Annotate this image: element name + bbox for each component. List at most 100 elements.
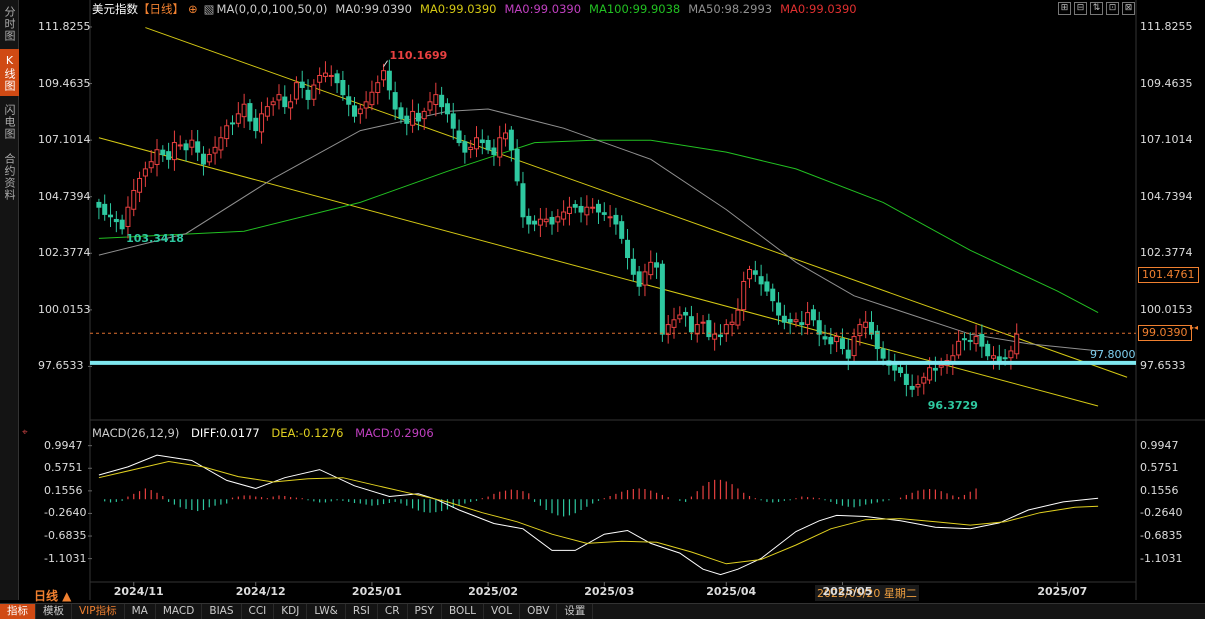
candle-body: [305, 89, 311, 100]
candle-body: [497, 137, 503, 158]
candle-body: [247, 103, 253, 122]
candle-body: [1002, 357, 1008, 360]
candle-body: [555, 216, 561, 223]
indicator-tab-8[interactable]: LW&: [307, 604, 346, 619]
candle-body: [468, 146, 474, 151]
candle-body: [340, 79, 346, 96]
window-icon-0[interactable]: ⊞: [1058, 2, 1071, 15]
indicator-tab-14[interactable]: OBV: [520, 604, 558, 619]
indicator-tab-12[interactable]: BOLL: [442, 604, 484, 619]
indicator-tab-0[interactable]: 指标: [0, 604, 36, 619]
candle-body: [961, 338, 967, 341]
y-tick-label-left: 102.3774: [38, 246, 91, 260]
candle-body: [601, 212, 607, 215]
macd-y-tick-label-left: 0.1556: [44, 483, 83, 497]
candle-body: [642, 271, 648, 286]
candle-body: [218, 137, 224, 151]
candle-body: [915, 383, 921, 388]
macd-title: MACD(26,12,9): [92, 426, 180, 440]
indicator-tab-10[interactable]: CR: [378, 604, 408, 619]
candle-body: [892, 363, 898, 371]
candle-body: [851, 336, 857, 357]
candle-body: [282, 96, 288, 108]
instrument-title: 美元指数: [92, 2, 138, 16]
candle-body: [427, 101, 433, 111]
y-tick-label-right: 97.6533: [1140, 359, 1186, 373]
candle-body: [973, 336, 979, 345]
candle-body: [102, 203, 108, 215]
candle-body: [956, 340, 962, 356]
candle-body: [1014, 333, 1020, 355]
y-tick-label-right: 111.8255: [1140, 19, 1193, 33]
candle-body: [845, 349, 851, 359]
candle-body: [683, 311, 689, 316]
ma-settings-icon[interactable]: ▧: [204, 2, 215, 16]
macd-y-tick-label-right: -1.1031: [1140, 551, 1183, 565]
candle-body: [595, 203, 601, 213]
candle-body: [578, 205, 584, 213]
candle-body: [799, 322, 805, 326]
candle-body: [450, 113, 456, 129]
window-icon-1[interactable]: ⊟: [1074, 2, 1087, 15]
macd-y-tick-label-left: 0.9947: [44, 438, 83, 452]
candle-body: [473, 137, 479, 150]
macd-y-tick-label-right: 0.1556: [1140, 483, 1179, 497]
indicator-tab-11[interactable]: PSY: [408, 604, 442, 619]
add-indicator-icon[interactable]: ⊕: [188, 2, 198, 16]
candle-body: [386, 70, 392, 91]
candle-body: [625, 239, 631, 259]
chart-canvas[interactable]: [0, 0, 1205, 603]
window-icon-3[interactable]: ⊡: [1106, 2, 1119, 15]
indicator-tab-7[interactable]: KDJ: [274, 604, 308, 619]
indicator-tab-2[interactable]: VIP指标: [72, 604, 125, 619]
candle-body: [607, 216, 613, 219]
candle-body: [874, 330, 880, 350]
indicator-tab-3[interactable]: MA: [125, 604, 156, 619]
ma-value-5: MA0:99.0390: [780, 2, 857, 16]
ma-value-4: MA50:98.2993: [688, 2, 773, 16]
candle-body: [810, 309, 816, 321]
candle-body: [224, 125, 230, 140]
macd-y-tick-label-right: -0.2640: [1140, 506, 1183, 520]
candle-body: [230, 122, 236, 125]
indicator-tab-13[interactable]: VOL: [484, 604, 521, 619]
candle-body: [659, 263, 665, 335]
candle-body: [561, 211, 567, 220]
y-tick-label-left: 109.4635: [38, 76, 91, 90]
x-tick-label: 2025/03: [584, 585, 635, 598]
indicator-tab-6[interactable]: CCI: [242, 604, 275, 619]
candle-body: [793, 319, 799, 323]
indicator-tab-9[interactable]: RSI: [346, 604, 378, 619]
candle-body: [363, 101, 369, 109]
indicator-tab-15[interactable]: 设置: [557, 604, 594, 619]
candle-body: [137, 177, 143, 193]
indicator-tab-5[interactable]: BIAS: [202, 604, 242, 619]
macd-y-tick-label-left: 0.5751: [44, 461, 83, 475]
candle-body: [636, 271, 642, 287]
candle-body: [195, 141, 201, 153]
high-marker-pointer: [383, 60, 388, 67]
window-icon-4[interactable]: ⊠: [1122, 2, 1135, 15]
candle-body: [375, 82, 381, 93]
x-tick-label: 2024/11: [113, 585, 164, 598]
period-tag[interactable]: 【日线】: [138, 2, 184, 16]
indicator-tab-bar: 指标 模板 VIP指标 MA MACD BIAS CCI KDJ LW& RSI CR PSY BOLL…: [0, 603, 1205, 619]
candle-body: [1008, 350, 1014, 359]
candle-body: [880, 348, 886, 359]
period-selector[interactable]: 日线 ▲: [34, 587, 71, 604]
candle-body: [526, 215, 532, 225]
candle-body: [241, 103, 247, 118]
candle-body: [584, 206, 590, 216]
indicator-tab-1[interactable]: 模板: [36, 604, 72, 619]
candle-body: [903, 373, 909, 385]
macd-legend: MACD(26,12,9) DIFF:0.0177 DEA:-0.1276 MA…: [92, 426, 442, 440]
candle-body: [816, 320, 822, 335]
window-icons: ⊞ ⊟ ⇅ ⊡ ⊠: [1058, 2, 1135, 15]
candle-body: [166, 151, 172, 160]
low-marker-label-0: 103.3418: [126, 232, 184, 246]
indicator-tab-4[interactable]: MACD: [156, 604, 203, 619]
window-icon-2[interactable]: ⇅: [1090, 2, 1103, 15]
candle-body: [706, 320, 712, 338]
candle-body: [619, 221, 625, 239]
candle-body: [909, 385, 915, 390]
